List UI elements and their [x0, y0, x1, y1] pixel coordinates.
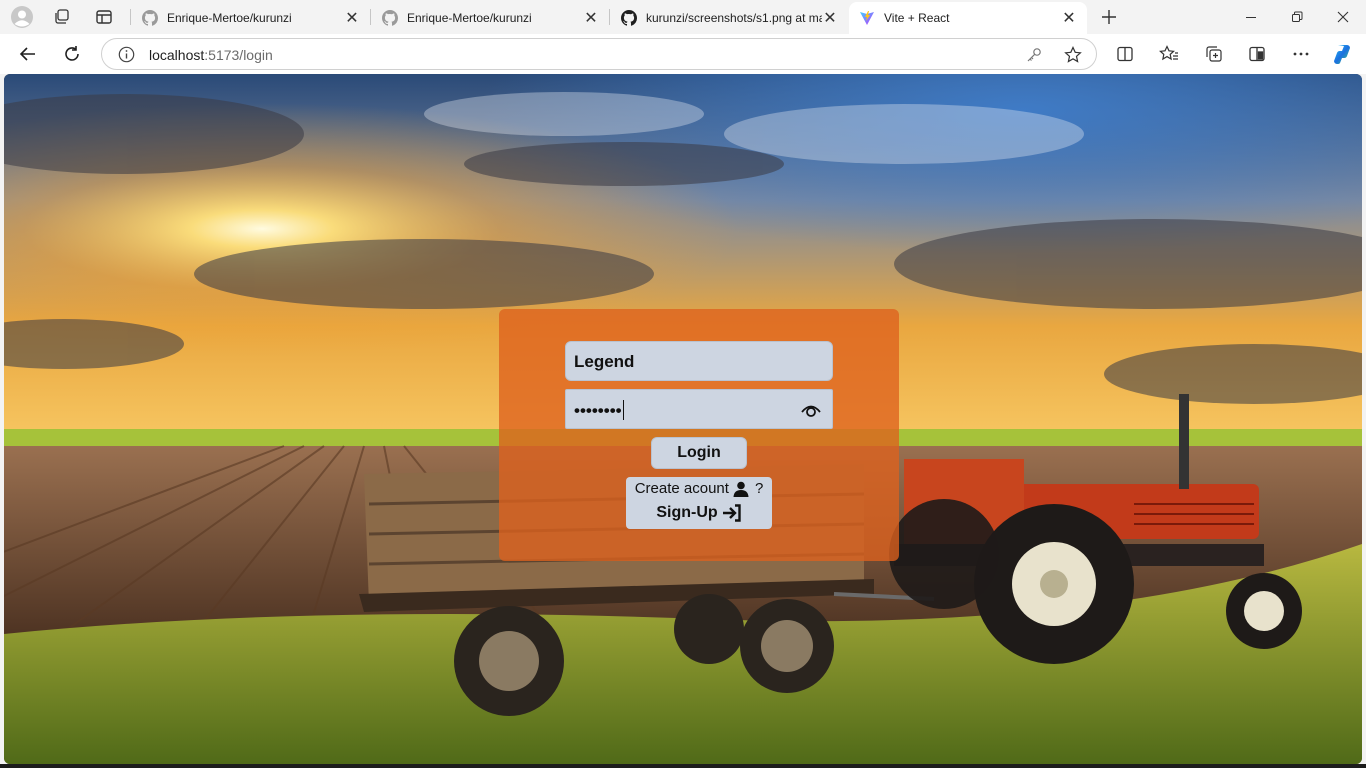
- site-info-icon[interactable]: [118, 46, 135, 63]
- key-icon[interactable]: [1026, 47, 1042, 63]
- tab-4-active[interactable]: Vite + React ✕: [849, 2, 1087, 34]
- username-value: Legend: [574, 352, 635, 371]
- back-icon[interactable]: [12, 38, 44, 70]
- tab-title: Vite + React: [884, 11, 950, 25]
- workspaces-icon[interactable]: [47, 5, 77, 29]
- close-tab-icon[interactable]: ✕: [822, 10, 838, 27]
- minimize-icon[interactable]: [1228, 0, 1274, 34]
- address-bar[interactable]: localhost:5173/login: [101, 38, 1097, 70]
- tab-actions-icon[interactable]: [89, 5, 119, 29]
- signup-prompt: Create acount ? Sign-Up: [626, 477, 772, 529]
- split-screen-icon[interactable]: [1109, 38, 1141, 70]
- refresh-icon[interactable]: [56, 38, 88, 70]
- favorite-star-icon[interactable]: [1064, 46, 1082, 64]
- tab-strip: Enrique-Mertoe/kurunzi ✕ Enrique-Mertoe/…: [0, 0, 1366, 34]
- sign-in-arrow-icon: [722, 504, 741, 522]
- profile-avatar-icon[interactable]: [7, 5, 37, 29]
- browser-essentials-icon[interactable]: [1241, 38, 1273, 70]
- login-button[interactable]: Login: [651, 437, 747, 469]
- tab-1[interactable]: Enrique-Mertoe/kurunzi ✕: [132, 2, 370, 34]
- signup-label: Sign-Up: [656, 504, 718, 521]
- browser-toolbar: localhost:5173/login: [0, 34, 1366, 74]
- new-tab-icon[interactable]: [1094, 5, 1124, 29]
- more-menu-icon[interactable]: [1285, 38, 1317, 70]
- close-window-icon[interactable]: [1320, 0, 1366, 34]
- login-card: Legend •••••••• Login Create acount ? Si…: [499, 309, 899, 561]
- restore-icon[interactable]: [1274, 0, 1320, 34]
- create-account-text: Create acount: [634, 480, 729, 497]
- page-viewport: Legend •••••••• Login Create acount ? Si…: [4, 74, 1362, 764]
- github-icon: [382, 10, 398, 26]
- close-tab-icon[interactable]: ✕: [344, 10, 360, 27]
- vite-icon: [860, 11, 874, 25]
- close-tab-icon[interactable]: ✕: [1061, 10, 1077, 27]
- github-icon: [142, 10, 158, 26]
- password-input[interactable]: ••••••••: [565, 389, 833, 429]
- username-input[interactable]: Legend: [565, 341, 833, 381]
- copilot-icon[interactable]: [1328, 38, 1360, 70]
- create-account-line: Create acount ?: [626, 480, 772, 497]
- question-mark: ?: [754, 480, 764, 497]
- favorites-icon[interactable]: [1153, 38, 1185, 70]
- github-icon: [621, 10, 637, 26]
- tab-title: kurunzi/screenshots/s1.png at ma: [646, 11, 822, 25]
- close-tab-icon[interactable]: ✕: [583, 10, 599, 27]
- collections-icon[interactable]: [1198, 38, 1230, 70]
- text-cursor: [622, 400, 624, 420]
- tab-2[interactable]: Enrique-Mertoe/kurunzi ✕: [372, 2, 609, 34]
- user-icon: [733, 481, 749, 497]
- password-value: ••••••••: [574, 400, 624, 420]
- tab-title: Enrique-Mertoe/kurunzi: [167, 11, 292, 25]
- eye-icon[interactable]: [800, 401, 822, 419]
- url-text: localhost:5173/login: [149, 47, 273, 63]
- tab-title: Enrique-Mertoe/kurunzi: [407, 11, 532, 25]
- tab-3[interactable]: kurunzi/screenshots/s1.png at ma ✕: [611, 2, 848, 34]
- signup-link[interactable]: Sign-Up: [626, 504, 772, 522]
- taskbar-edge: [0, 764, 1366, 768]
